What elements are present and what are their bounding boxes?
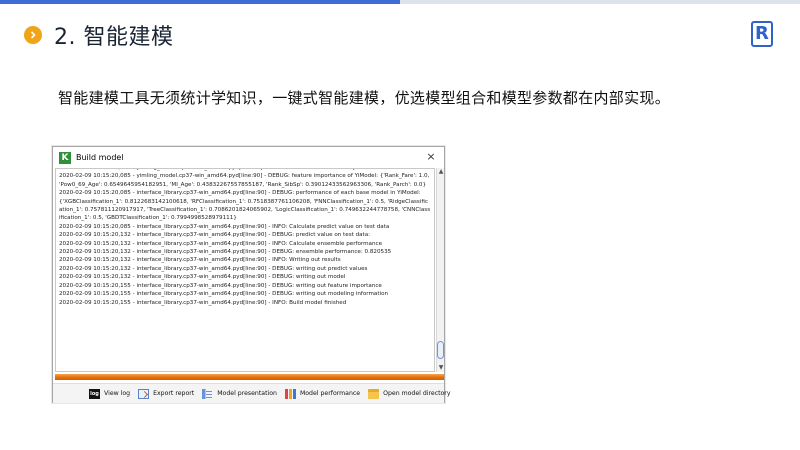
model-performance-label: Model performance (299, 390, 361, 397)
logo-letter: R (755, 23, 769, 44)
presentation-icon (202, 388, 214, 399)
log-scrollbar[interactable]: ▲ ▼ (436, 168, 444, 372)
log-line: 2020-02-09 10:15:20,155 - interface_libr… (59, 291, 389, 298)
scroll-thumb[interactable] (437, 341, 444, 359)
page-title: 2. 智能建模 (54, 25, 174, 50)
log-line: 2020-02-09 10:15:20,155 - interface_libr… (59, 282, 382, 289)
log-icon: log (89, 388, 100, 399)
log-line: 2020-02-09 10:15:20,132 - interface_libr… (59, 232, 371, 239)
log-line: 2020-02-09 10:15:20,085 - yimling_model.… (59, 173, 432, 188)
log-line: 2020-02-09 10:15:20,132 - interface_libr… (59, 274, 346, 281)
app-icon: K (59, 151, 71, 164)
log-textarea[interactable]: 2020-02-09 10:15:20,085 - yimling_model.… (55, 168, 435, 372)
log-line: 2020-02-09 10:15:20,085 - interface_libr… (59, 190, 431, 222)
open-model-directory-button[interactable]: Open model directory (368, 388, 451, 399)
view-log-button[interactable]: log View log (89, 388, 131, 399)
slide-heading: 2. 智能建模 (24, 20, 173, 50)
model-presentation-label: Model presentation (217, 390, 277, 397)
log-content: 2020-02-09 10:15:20,085 - yimling_model.… (59, 169, 432, 307)
dialog-toolbar: log View log Export report Model present… (53, 383, 451, 403)
scroll-up-icon[interactable]: ▲ (437, 168, 445, 176)
model-performance-button[interactable]: Model performance (284, 388, 361, 399)
model-presentation-button[interactable]: Model presentation (202, 388, 277, 399)
open-model-directory-label: Open model directory (383, 390, 451, 397)
export-report-label: Export report (153, 390, 195, 397)
log-line: 2020-02-09 10:15:20,132 - interface_libr… (59, 249, 392, 256)
top-divider-bar (400, 0, 800, 4)
log-line: 2020-02-09 10:15:20,085 - interface_libr… (59, 223, 390, 230)
folder-icon (368, 388, 380, 399)
export-icon (138, 388, 150, 399)
build-model-dialog: K Build model × 2020-02-09 10:15:20,085 … (52, 146, 451, 403)
progress-bar (55, 374, 444, 380)
top-accent-bar (0, 0, 400, 4)
scroll-down-icon[interactable]: ▼ (437, 364, 445, 372)
log-line: 2020-02-09 10:15:20,132 - interface_libr… (59, 257, 341, 264)
dialog-title: Build model (76, 153, 124, 162)
slide-subtitle: 智能建模工具无须统计学知识，一键式智能建模，优选模型组合和模型参数都在内部实现。 (58, 89, 671, 107)
export-report-button[interactable]: Export report (138, 388, 195, 399)
dialog-titlebar[interactable]: K Build model × (53, 147, 444, 168)
view-log-label: View log (104, 390, 131, 397)
brand-logo: R (751, 21, 773, 47)
chevron-right-icon (24, 26, 42, 44)
performance-icon (284, 388, 296, 399)
log-line: 2020-02-09 10:15:20,132 - interface_libr… (59, 265, 368, 272)
close-button[interactable]: × (424, 150, 438, 164)
log-line: 2020-02-09 10:15:20,132 - interface_libr… (59, 240, 383, 247)
log-line: 2020-02-09 10:15:20,155 - interface_libr… (59, 299, 347, 306)
